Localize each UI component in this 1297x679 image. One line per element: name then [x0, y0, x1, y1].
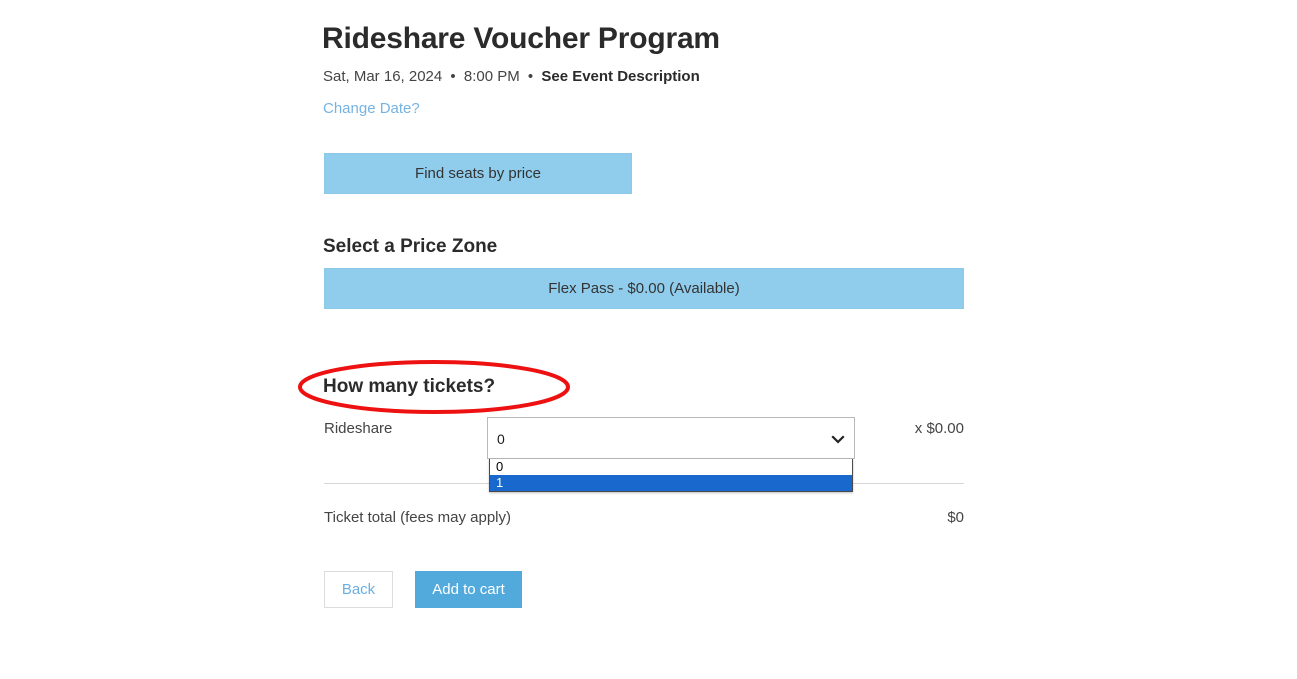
quantity-option-1[interactable]: 1 [490, 475, 852, 491]
event-time: 8:00 PM [463, 68, 520, 85]
back-button[interactable]: Back [324, 571, 393, 608]
quantity-select-value: 0 [497, 431, 505, 447]
price-zone-heading: Select a Price Zone [323, 236, 498, 257]
ticket-total-label: Ticket total (fees may apply) [324, 509, 512, 526]
event-date: Sat, Mar 16, 2024 [323, 68, 443, 85]
price-zone-option-flex-pass[interactable]: Flex Pass - $0.00 (Available) [324, 268, 964, 309]
meta-separator-1: • [450, 68, 456, 85]
change-date-link[interactable]: Change Date? [323, 100, 420, 117]
quantity-dropdown-list[interactable]: 0 1 [489, 459, 853, 492]
meta-separator-2: • [527, 68, 534, 85]
add-to-cart-button[interactable]: Add to cart [415, 571, 522, 608]
ticket-type-label: Rideshare [324, 420, 393, 437]
unit-price-label: x $0.00 [914, 420, 964, 437]
ticket-purchase-page: Rideshare Voucher Program Sat, Mar 16, 2… [0, 0, 1297, 679]
how-many-tickets-heading: How many tickets? [323, 376, 496, 397]
event-description-label: See Event Description [541, 68, 700, 85]
page-title: Rideshare Voucher Program [322, 22, 720, 55]
event-meta: Sat, Mar 16, 2024 • 8:00 PM • See Event … [323, 68, 700, 85]
find-seats-by-price-button[interactable]: Find seats by price [324, 153, 632, 194]
quantity-option-0[interactable]: 0 [490, 459, 852, 475]
ticket-total-value: $0 [947, 509, 964, 526]
